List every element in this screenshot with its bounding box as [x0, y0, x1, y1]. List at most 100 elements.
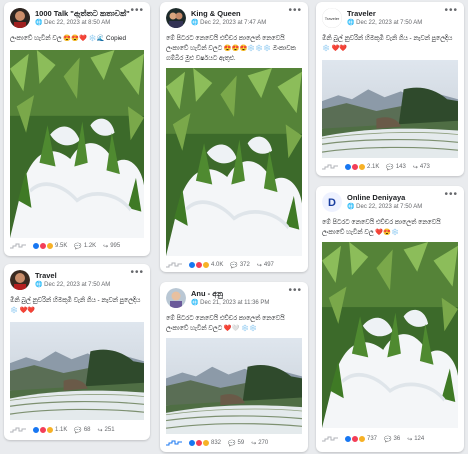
engagement-stats: 4.0K 💬 372 ↪ 497: [188, 261, 274, 269]
engagement-stats: 737 💬 36 ↪ 124: [344, 435, 424, 443]
post-image[interactable]: [166, 338, 302, 434]
reactions-icon: [344, 435, 366, 443]
signal-icon: [10, 427, 26, 433]
globe-icon: 🌐: [191, 300, 199, 306]
post-text: මිනි බුල් නුවරින් හිමකුමි වැනි ගිය - නැව…: [10, 297, 141, 314]
globe-icon: 🌐: [35, 20, 43, 26]
more-options-icon[interactable]: •••: [130, 267, 144, 278]
more-options-icon[interactable]: •••: [444, 189, 458, 200]
post-text: ලංකාවේ හැවින් වල 😍😍❤️ ❄️🌊 Copied: [10, 35, 126, 42]
signal-icon: [322, 164, 338, 170]
post-image[interactable]: [322, 242, 458, 428]
post-date[interactable]: Dec 22, 2023 at 7:47 AM: [200, 20, 266, 26]
post-text: මේ පිටරට නෙවෙයි එච්චර කාලෙත් නෙවෙයි ලංකා…: [166, 35, 296, 62]
share-icon: ↪: [412, 164, 418, 171]
post-card-2: King & Queen 🌐 Dec 22, 2023 at 7:47 AM •…: [160, 2, 308, 272]
comment-icon: 💬: [386, 164, 394, 171]
comment-icon: 💬: [384, 436, 392, 443]
more-options-icon[interactable]: •••: [130, 5, 144, 16]
share-icon: ↪: [103, 243, 109, 250]
post-image[interactable]: [322, 60, 458, 158]
signal-icon: [322, 436, 338, 442]
post-card-5: Travel 🌐 Dec 22, 2023 at 7:50 AM ••• මින…: [4, 264, 150, 440]
reactions-count[interactable]: 2.1K: [344, 163, 379, 171]
post-footer: 1.1K 💬 68 ↪ 251: [10, 425, 144, 437]
post-text: මිනි බුල් නුවරින් හිමකුමි වැනි ගිය - නැව…: [322, 35, 453, 52]
post-date[interactable]: Dec 22, 2023 at 7:50 AM: [44, 282, 110, 288]
post-meta: 🌐 Dec 21, 2023 at 11:36 PM: [191, 299, 269, 306]
svg-text:D: D: [328, 197, 336, 209]
post-header: King & Queen 🌐 Dec 22, 2023 at 7:47 AM •…: [166, 5, 302, 32]
globe-icon: 🌐: [347, 204, 355, 210]
page-name[interactable]: Anu - අනු: [191, 289, 223, 299]
reactions-count[interactable]: 832: [188, 439, 221, 447]
globe-icon: 🌐: [191, 20, 199, 26]
comment-icon: 💬: [74, 427, 82, 434]
reactions-count[interactable]: 1.1K: [32, 426, 67, 434]
globe-icon: 🌐: [347, 20, 355, 26]
avatar[interactable]: [10, 270, 30, 290]
share-icon: ↪: [97, 427, 103, 434]
avatar[interactable]: D: [322, 192, 342, 212]
post-date[interactable]: Dec 21, 2023 at 11:36 PM: [200, 300, 269, 306]
post-header: Travel 🌐 Dec 22, 2023 at 7:50 AM •••: [10, 267, 144, 294]
post-meta: 🌐 Dec 22, 2023 at 7:50 AM: [35, 281, 110, 288]
more-options-icon[interactable]: •••: [288, 285, 302, 296]
post-image[interactable]: [10, 50, 144, 238]
more-options-icon[interactable]: •••: [444, 5, 458, 16]
post-footer: 9.5K 💬 1.2K ↪ 995: [10, 241, 144, 253]
post-header: D Online Deniyaya 🌐 Dec 22, 2023 at 7:50…: [322, 189, 458, 216]
post-date[interactable]: Dec 22, 2023 at 7:50 AM: [356, 20, 422, 26]
engagement-stats: 9.5K 💬 1.2K ↪ 995: [32, 242, 120, 250]
post-meta: 🌐 Dec 22, 2023 at 7:47 AM: [191, 19, 266, 26]
shares-count[interactable]: ↪ 473: [413, 163, 430, 171]
comments-count[interactable]: 💬 143: [386, 163, 406, 171]
post-header: 1000 Talk "ඇත්තට කතාවක්" 🌐 Dec 22, 2023 …: [10, 5, 144, 32]
reactions-icon: [188, 439, 210, 447]
post-header: Traveler Traveler 🌐 Dec 22, 2023 at 7:50…: [322, 5, 458, 32]
avatar[interactable]: [166, 288, 186, 308]
page-name[interactable]: Online Deniyaya: [347, 193, 405, 202]
page-name[interactable]: Travel: [35, 271, 57, 280]
page-name[interactable]: King & Queen: [191, 9, 241, 18]
post-date[interactable]: Dec 22, 2023 at 8:50 AM: [44, 20, 110, 26]
post-image[interactable]: [166, 68, 302, 256]
post-footer: 2.1K 💬 143 ↪ 473: [322, 162, 458, 174]
avatar[interactable]: [166, 8, 186, 28]
post-footer: 737 💬 36 ↪ 124: [322, 434, 458, 446]
share-icon: ↪: [256, 262, 262, 269]
avatar[interactable]: Traveler: [322, 8, 342, 28]
comment-icon: 💬: [228, 440, 236, 447]
share-icon: ↪: [251, 440, 257, 447]
post-card-4: D Online Deniyaya 🌐 Dec 22, 2023 at 7:50…: [316, 186, 464, 452]
shares-count[interactable]: ↪ 270: [251, 439, 268, 447]
post-footer: 4.0K 💬 372 ↪ 497: [166, 260, 302, 272]
reactions-count[interactable]: 4.0K: [188, 261, 223, 269]
post-date[interactable]: Dec 22, 2023 at 7:50 AM: [356, 204, 422, 210]
shares-count[interactable]: ↪ 995: [103, 242, 120, 250]
reactions-count[interactable]: 737: [344, 435, 377, 443]
post-meta: 🌐 Dec 22, 2023 at 8:50 AM: [35, 19, 110, 26]
post-card-6: Anu - අනු 🌐 Dec 21, 2023 at 11:36 PM •••…: [160, 282, 308, 452]
page-name[interactable]: Traveler: [347, 9, 376, 18]
comments-count[interactable]: 💬 68: [74, 426, 90, 434]
more-options-icon[interactable]: •••: [288, 5, 302, 16]
avatar[interactable]: [10, 8, 30, 28]
share-icon: ↪: [407, 436, 413, 443]
comments-count[interactable]: 💬 59: [228, 439, 244, 447]
post-footer: 832 💬 59 ↪ 270: [166, 438, 302, 450]
comments-count[interactable]: 💬 372: [230, 261, 250, 269]
signal-icon: [166, 262, 182, 268]
comments-count[interactable]: 💬 36: [384, 435, 400, 443]
shares-count[interactable]: ↪ 497: [257, 261, 274, 269]
post-meta: 🌐 Dec 22, 2023 at 7:50 AM: [347, 19, 422, 26]
shares-count[interactable]: ↪ 251: [98, 426, 115, 434]
reactions-icon: [188, 261, 210, 269]
page-name[interactable]: 1000 Talk "ඇත්තට කතාවක්": [35, 9, 130, 19]
shares-count[interactable]: ↪ 124: [407, 435, 424, 443]
reactions-count[interactable]: 9.5K: [32, 242, 67, 250]
post-card-1: 1000 Talk "ඇත්තට කතාවක්" 🌐 Dec 22, 2023 …: [4, 2, 150, 256]
post-image[interactable]: [10, 322, 144, 420]
engagement-stats: 1.1K 💬 68 ↪ 251: [32, 426, 115, 434]
comments-count[interactable]: 💬 1.2K: [74, 242, 96, 250]
